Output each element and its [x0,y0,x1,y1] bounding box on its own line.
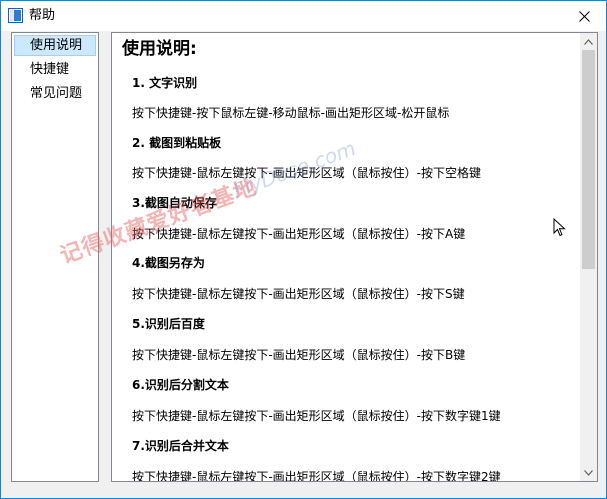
section-heading: 7.识别后合并文本 [132,439,229,453]
content-body[interactable]: 使用说明: 1. 文字识别按下快捷键-按下鼠标左键-移动鼠标-画出矩形区域-松开… [112,33,580,481]
nav-item-2[interactable]: 快捷键 [14,59,96,80]
scroll-thumb[interactable] [582,50,595,269]
section-heading: 3.截图自动保存 [132,196,217,210]
client-area: 使用说明快捷键常见问题 使用说明: 1. 文字识别按下快捷键-按下鼠标左键-移动… [1,31,606,498]
close-button[interactable] [562,1,606,31]
section-body: 按下快捷键-按下鼠标左键-移动鼠标-画出矩形区域-松开鼠标 [132,106,450,120]
content-panel: 使用说明: 1. 文字识别按下快捷键-按下鼠标左键-移动鼠标-画出矩形区域-松开… [111,32,598,482]
section-heading: 5.识别后百度 [132,317,205,331]
doc-title: 使用说明: [122,39,197,59]
section-body: 按下快捷键-鼠标左键按下-画出矩形区域（鼠标按住）-按下S键 [132,287,465,301]
app-icon [8,8,23,23]
nav-list: 使用说明快捷键常见问题 [11,32,99,482]
scroll-up-button[interactable] [580,33,597,50]
section-body: 按下快捷键-鼠标左键按下-画出矩形区域（鼠标按住）-按下B键 [132,348,466,362]
vertical-scrollbar[interactable] [580,33,597,481]
help-window: 帮助 使用说明快捷键常见问题 使用说明: 1. 文字识别按下快捷键-按下鼠标左键… [0,0,607,499]
title-bar[interactable]: 帮助 [1,1,606,31]
chevron-down-icon [584,469,593,476]
scroll-down-button[interactable] [580,464,597,481]
close-icon [578,10,590,22]
nav-item-1[interactable]: 使用说明 [14,35,96,56]
section-heading: 2. 截图到粘贴板 [132,136,222,150]
section-heading: 4.截图另存为 [132,256,205,270]
section-heading: 6.识别后分割文本 [132,378,229,392]
section-body: 按下快捷键-鼠标左键按下-画出矩形区域（鼠标按住）-按下数字键2键 [132,470,501,481]
window-title: 帮助 [29,8,56,23]
section-body: 按下快捷键-鼠标左键按下-画出矩形区域（鼠标按住）-按下数字键1键 [132,409,501,423]
section-heading: 1. 文字识别 [132,76,198,90]
chevron-up-icon [584,38,593,45]
section-body: 按下快捷键-鼠标左键按下-画出矩形区域（鼠标按住）-按下A键 [132,227,466,241]
nav-item-3[interactable]: 常见问题 [14,83,96,104]
section-body: 按下快捷键-鼠标左键按下-画出矩形区域（鼠标按住）-按下空格键 [132,166,481,180]
